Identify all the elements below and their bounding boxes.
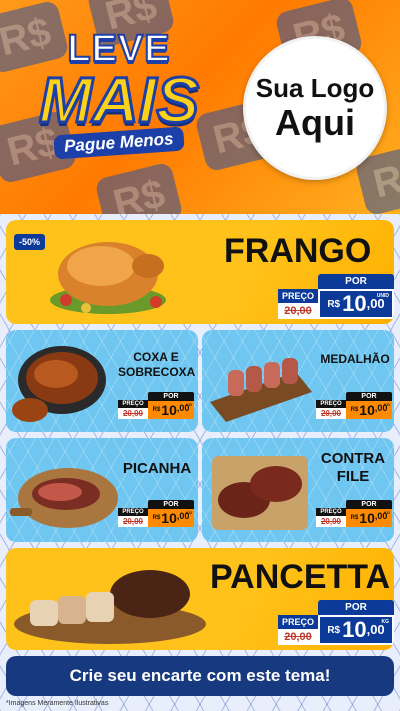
price-tag: PREÇO 20,00 POR R$ 10 ,00 KG xyxy=(118,500,194,527)
current-price: R$ 10 ,00 KG xyxy=(148,401,194,419)
store-logo-placeholder[interactable]: Sua Logo Aqui xyxy=(243,36,387,180)
cta-button[interactable]: Crie seu encarte com este tema! xyxy=(6,656,394,696)
price-tag: PREÇO 20,00 POR R$ 10 ,00 KG xyxy=(118,392,194,419)
brand-pague: Pague Menos xyxy=(53,126,185,160)
brand-mais: MAIS xyxy=(38,64,201,136)
logo-line2: Aqui xyxy=(275,102,355,143)
old-price: 20,00 xyxy=(278,303,318,319)
current-price: R$ 10 ,00 KG xyxy=(318,615,394,645)
product-title: PICANHA xyxy=(122,460,192,477)
price-tag: PREÇO 20,00 POR R$ 10 ,00 KG xyxy=(316,500,392,527)
drumstick-image xyxy=(12,346,106,422)
price-tag: PREÇO 20,00 POR R$ 10 ,00 KG xyxy=(316,392,392,419)
disclaimer: *Imagens Meramente Ilustrativas xyxy=(6,700,109,707)
pancetta-image xyxy=(14,570,206,644)
product-title: MEDALHÃO xyxy=(320,352,390,366)
price-tag: PREÇO 20,00 POR R$ 10 ,00 UNID xyxy=(278,274,394,319)
product-card-coxa[interactable]: COXA E SOBRECOXA PREÇO 20,00 POR R$ 10 ,… xyxy=(6,330,198,432)
product-card-pancetta[interactable]: PANCETTA PREÇO 20,00 POR R$ 10 ,00 KG xyxy=(6,548,394,650)
hero-banner: R$ R$ R$ R$ R$ R$ R$ LEVE MAIS Pague Men… xyxy=(0,0,400,214)
picanha-image xyxy=(10,468,118,528)
product-title: PANCETTA xyxy=(210,558,391,596)
product-card-contrafile[interactable]: CONTRA FILE PREÇO 20,00 POR R$ 10 ,00 KG xyxy=(202,438,394,542)
current-price: R$ 10 ,00 UNID xyxy=(318,289,394,319)
current-price: R$ 10 ,00 KG xyxy=(346,509,392,527)
brand-logo: LEVE MAIS Pague Menos xyxy=(14,27,224,160)
steak-image xyxy=(212,456,308,530)
logo-line1: Sua Logo xyxy=(255,73,375,103)
skewers-image xyxy=(210,358,312,422)
chicken-image xyxy=(50,242,166,314)
preco-label: PREÇO xyxy=(278,289,318,303)
current-price: R$ 10 ,00 KG xyxy=(346,401,392,419)
product-title: CONTRA FILE xyxy=(320,450,386,485)
por-label: POR xyxy=(318,274,394,289)
product-title: FRANGO xyxy=(224,232,372,270)
current-price: R$ 10 ,00 KG xyxy=(148,509,194,527)
product-title: COXA E SOBRECOXA xyxy=(118,350,196,379)
product-card-medalhao[interactable]: MEDALHÃO PREÇO 20,00 POR R$ 10 ,00 KG xyxy=(202,330,394,432)
currency-tile: R$ xyxy=(94,161,184,214)
product-card-frango[interactable]: -50% FRANGO PREÇO 20,00 POR R$ 10 ,00 UN… xyxy=(6,220,394,324)
product-card-picanha[interactable]: PICANHA PREÇO 20,00 POR R$ 10 ,00 KG xyxy=(6,438,198,542)
discount-badge: -50% xyxy=(14,234,46,250)
price-tag: PREÇO 20,00 POR R$ 10 ,00 KG xyxy=(278,600,394,645)
